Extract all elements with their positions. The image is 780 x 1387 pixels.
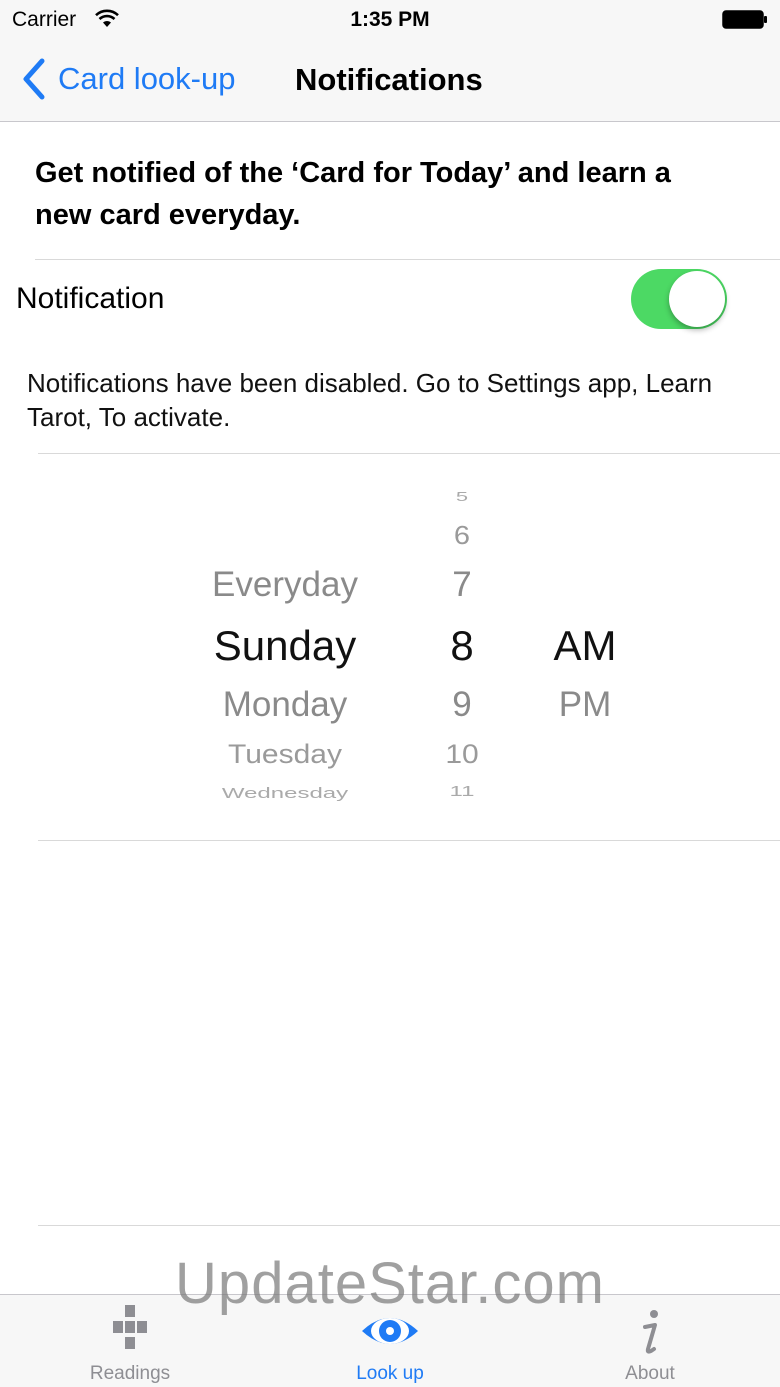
status-bar: Carrier 1:35 PM <box>0 0 780 40</box>
picker-hour-option[interactable]: 11 <box>412 784 512 801</box>
picker-hour-option[interactable]: 5 <box>412 489 512 505</box>
notification-toggle[interactable] <box>631 269 727 329</box>
picker-day-selected[interactable]: Sunday <box>175 622 395 670</box>
tab-readings-label: Readings <box>89 1363 171 1384</box>
divider <box>38 453 780 454</box>
picker-day-option[interactable]: Tuesday <box>175 740 395 770</box>
battery-icon <box>722 10 767 29</box>
day-time-picker[interactable]: Everyday Sunday Monday Tuesday Wednesday… <box>0 470 780 815</box>
picker-hour-option[interactable]: 7 <box>412 565 512 605</box>
picker-day-option[interactable]: Monday <box>175 685 395 725</box>
eye-icon <box>362 1318 418 1344</box>
picker-day-option[interactable]: Wednesday <box>175 786 395 803</box>
hour-picker-column[interactable]: 5 6 7 8 9 10 11 <box>412 470 512 815</box>
back-button[interactable]: Card look-up <box>20 56 235 102</box>
intro-text: Get notified of the ‘Card for Today’ and… <box>35 157 671 231</box>
picker-day-option[interactable]: Everyday <box>175 565 395 605</box>
watermark: UpdateStar.com <box>175 1251 605 1316</box>
picker-ampm-option[interactable]: PM <box>520 685 650 725</box>
status-time: 1:35 PM <box>350 8 430 31</box>
notifications-disabled-notice: Notifications have been disabled. Go to … <box>27 368 713 432</box>
toggle-knob <box>669 271 725 327</box>
chevron-left-icon <box>23 58 45 100</box>
tab-about-label: About <box>625 1363 675 1384</box>
navigation-bar: Card look-up Notifications <box>0 40 780 122</box>
picker-ampm-selected[interactable]: AM <box>520 622 650 670</box>
page-title: Notifications <box>295 62 483 97</box>
divider <box>38 1225 780 1226</box>
tab-look-up-label: Look up <box>356 1363 424 1384</box>
ampm-picker-column[interactable]: AM PM <box>520 470 650 815</box>
back-button-label: Card look-up <box>58 61 236 96</box>
divider <box>35 259 780 260</box>
picker-hour-option[interactable]: 10 <box>412 740 512 770</box>
picker-hour-option[interactable]: 6 <box>412 522 512 552</box>
notification-label: Notification <box>16 282 165 315</box>
picker-hour-option[interactable]: 9 <box>412 685 512 725</box>
divider <box>38 840 780 841</box>
day-picker-column[interactable]: Everyday Sunday Monday Tuesday Wednesday <box>175 470 395 815</box>
picker-hour-selected[interactable]: 8 <box>412 622 512 670</box>
